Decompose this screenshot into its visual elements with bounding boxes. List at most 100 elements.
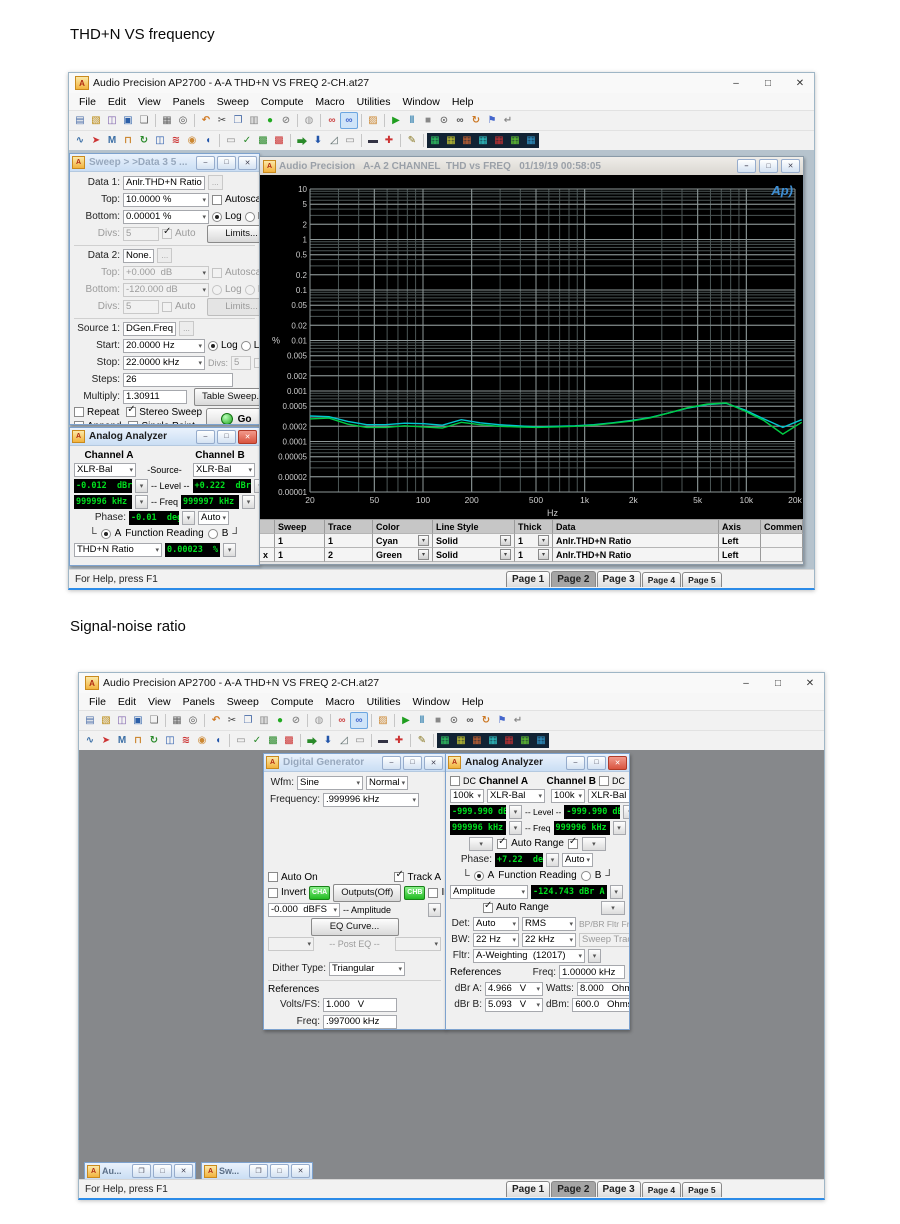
cell-dropdown-icon[interactable]: ▾: [538, 549, 549, 560]
dgen-ref-freq-input[interactable]: .997000 kHz: [323, 1014, 397, 1029]
meter-display-2-icon[interactable]: ▦: [453, 733, 469, 748]
amplitude-combo[interactable]: -0.000 dBFS ▾: [268, 902, 340, 917]
close-icon[interactable]: ✕: [802, 678, 818, 689]
audio-monitor-icon[interactable]: ◖: [200, 133, 216, 148]
cell-dropdown-icon[interactable]: ▾: [538, 535, 549, 546]
graph-titlebar[interactable]: A Audio Precision A-A 2 CHANNEL THD vs F…: [260, 157, 803, 175]
menu-sweep[interactable]: Sweep: [211, 96, 255, 108]
data2-divs-input[interactable]: 5: [123, 299, 159, 314]
analyzer-titlebar[interactable]: A Analog Analyzer – □ ✕: [70, 428, 259, 446]
stop-combo[interactable]: 22.0000 kHz ▾: [123, 355, 205, 370]
paste-icon[interactable]: ▥: [246, 113, 262, 128]
menu-sweep[interactable]: Sweep: [221, 696, 265, 708]
meter-display-4-icon[interactable]: ▦: [475, 133, 491, 148]
trace-row[interactable]: 1 1 Cyan ▾ Solid ▾ 1 ▾ Anlr.THD+N Ratio Left: [260, 534, 803, 548]
data-editor-icon[interactable]: ▭: [342, 133, 358, 148]
regulate-icon[interactable]: ↻: [468, 113, 484, 128]
panel-close-icon[interactable]: ✕: [608, 755, 627, 770]
source-a-combo[interactable]: XLR-Bal ▾: [74, 462, 136, 477]
reading-auto-range-checkbox[interactable]: [483, 900, 493, 913]
link-icon[interactable]: ∞: [350, 712, 368, 729]
sweep-settling-icon[interactable]: ▩: [265, 733, 281, 748]
log-icon[interactable]: ✎: [414, 733, 430, 748]
function-combo[interactable]: Amplitude ▾: [450, 884, 528, 899]
log-icon[interactable]: ✎: [404, 133, 420, 148]
go-button[interactable]: Go: [206, 408, 259, 424]
data1-bottom-combo[interactable]: 0.00001 % ▾: [123, 209, 209, 224]
meter-display-6-icon[interactable]: ▦: [507, 133, 523, 148]
minimize-icon[interactable]: –: [728, 78, 744, 89]
cut-icon[interactable]: ✂: [214, 113, 230, 128]
phase-mode-combo[interactable]: Auto ▾: [562, 852, 594, 867]
dither-type-combo[interactable]: Triangular ▾: [329, 961, 405, 976]
regulate-icon[interactable]: ↻: [478, 713, 494, 728]
page-tab-3[interactable]: Page 3: [596, 571, 641, 587]
data2-input[interactable]: None.: [123, 248, 155, 263]
learn-mode-icon[interactable]: ⚑: [494, 713, 510, 728]
phase-combo-arrow[interactable]: ▾: [546, 852, 559, 867]
window-titlebar[interactable]: A Audio Precision AP2700 - A-A THD+N VS …: [69, 73, 814, 93]
menu-panels[interactable]: Panels: [177, 696, 221, 708]
panel-maximize-icon[interactable]: □: [403, 755, 422, 770]
sweep-single-icon[interactable]: ⊙: [436, 113, 452, 128]
source-lin-radio[interactable]: [240, 340, 251, 351]
bpbr-freq-combo[interactable]: ▾: [588, 948, 601, 963]
cut-icon[interactable]: ✂: [224, 713, 240, 728]
data2-bottom-combo[interactable]: -120.000 dB ▾: [123, 282, 209, 297]
function-b-radio[interactable]: [207, 528, 218, 539]
analog-analyzer-panel[interactable]: A Analog Analyzer – □ ✕ Channel A Channe…: [69, 427, 260, 566]
det-mode-combo[interactable]: RMS ▾: [522, 916, 576, 931]
new-test-icon[interactable]: ▤: [82, 713, 98, 728]
graph-minimize-icon[interactable]: –: [737, 159, 756, 173]
function-b-radio[interactable]: [580, 870, 591, 881]
repeat-checkbox[interactable]: [74, 407, 84, 417]
restore-icon[interactable]: ❐: [249, 1164, 268, 1178]
cell-dropdown-icon[interactable]: ▾: [418, 549, 429, 560]
append-test-icon[interactable]: ◫: [104, 113, 120, 128]
sweep-single-icon[interactable]: ⊙: [446, 713, 462, 728]
det-combo[interactable]: Auto ▾: [473, 916, 519, 931]
cell-dropdown-icon[interactable]: ▾: [500, 535, 511, 546]
link-icon[interactable]: ∞: [340, 112, 358, 129]
panel-close-icon[interactable]: ✕: [424, 755, 443, 770]
menu-compute[interactable]: Compute: [255, 96, 310, 108]
save-test-icon[interactable]: ▣: [130, 713, 146, 728]
page-tab-5[interactable]: Page 5: [682, 1182, 722, 1197]
range-b-combo[interactable]: ▾: [581, 836, 606, 851]
post-eq-b-combo[interactable]: ▾: [395, 936, 441, 951]
data2-limits-button[interactable]: Limits...: [206, 297, 259, 316]
pointer-icon[interactable]: ➤: [88, 133, 104, 148]
save-as-icon[interactable]: ❏: [146, 713, 162, 728]
trace-cell-sel[interactable]: [260, 534, 275, 548]
data1-autoscale-checkbox[interactable]: [212, 194, 222, 205]
channel-b-output-chip[interactable]: CHB: [404, 885, 426, 900]
dc-b-checkbox[interactable]: [599, 776, 609, 786]
amplitude-b-combo[interactable]: ▾: [428, 902, 441, 917]
start-combo[interactable]: 20.0000 Hz ▾: [123, 338, 205, 353]
meter-display-3-icon[interactable]: ▦: [459, 133, 475, 148]
freq-b-combo-arrow[interactable]: ▾: [612, 820, 626, 835]
maximize-icon[interactable]: □: [760, 78, 776, 89]
track-a-checkbox[interactable]: [394, 869, 405, 882]
meter-display-5-icon[interactable]: ▦: [491, 133, 507, 148]
steps-input[interactable]: 26: [123, 372, 233, 387]
sweep-stop-icon[interactable]: ■: [420, 113, 436, 128]
dgen-titlebar[interactable]: A Digital Generator – □ ✕: [264, 754, 445, 772]
data1-limits-button[interactable]: Limits...: [206, 224, 259, 243]
window-titlebar[interactable]: A Audio Precision AP2700 - A-A THD+N VS …: [79, 673, 824, 693]
menu-help[interactable]: Help: [456, 696, 490, 708]
panel-maximize-icon[interactable]: □: [587, 755, 606, 770]
learn-mode-icon[interactable]: ⚑: [484, 113, 500, 128]
function-reading-combo-arrow[interactable]: ▾: [609, 884, 623, 899]
regulation-icon[interactable]: ▩: [281, 733, 297, 748]
source-b-combo[interactable]: XLR-Bal▾: [588, 788, 629, 803]
ok-icon[interactable]: ●: [262, 113, 278, 128]
goto-down-icon[interactable]: ⬇: [310, 133, 326, 148]
digital-io-icon[interactable]: ◫: [152, 133, 168, 148]
panel-maximize-icon[interactable]: □: [217, 155, 236, 170]
sweep-stop-icon[interactable]: ■: [430, 713, 446, 728]
sweep-panel-titlebar[interactable]: A Sweep > >Data 3 5 ... – □ ✕: [70, 154, 259, 172]
impedance-a-combo[interactable]: 100k ▾: [450, 788, 484, 803]
dcx-analyzer-icon[interactable]: ≋: [168, 133, 184, 148]
open-test-icon[interactable]: ▧: [98, 713, 114, 728]
